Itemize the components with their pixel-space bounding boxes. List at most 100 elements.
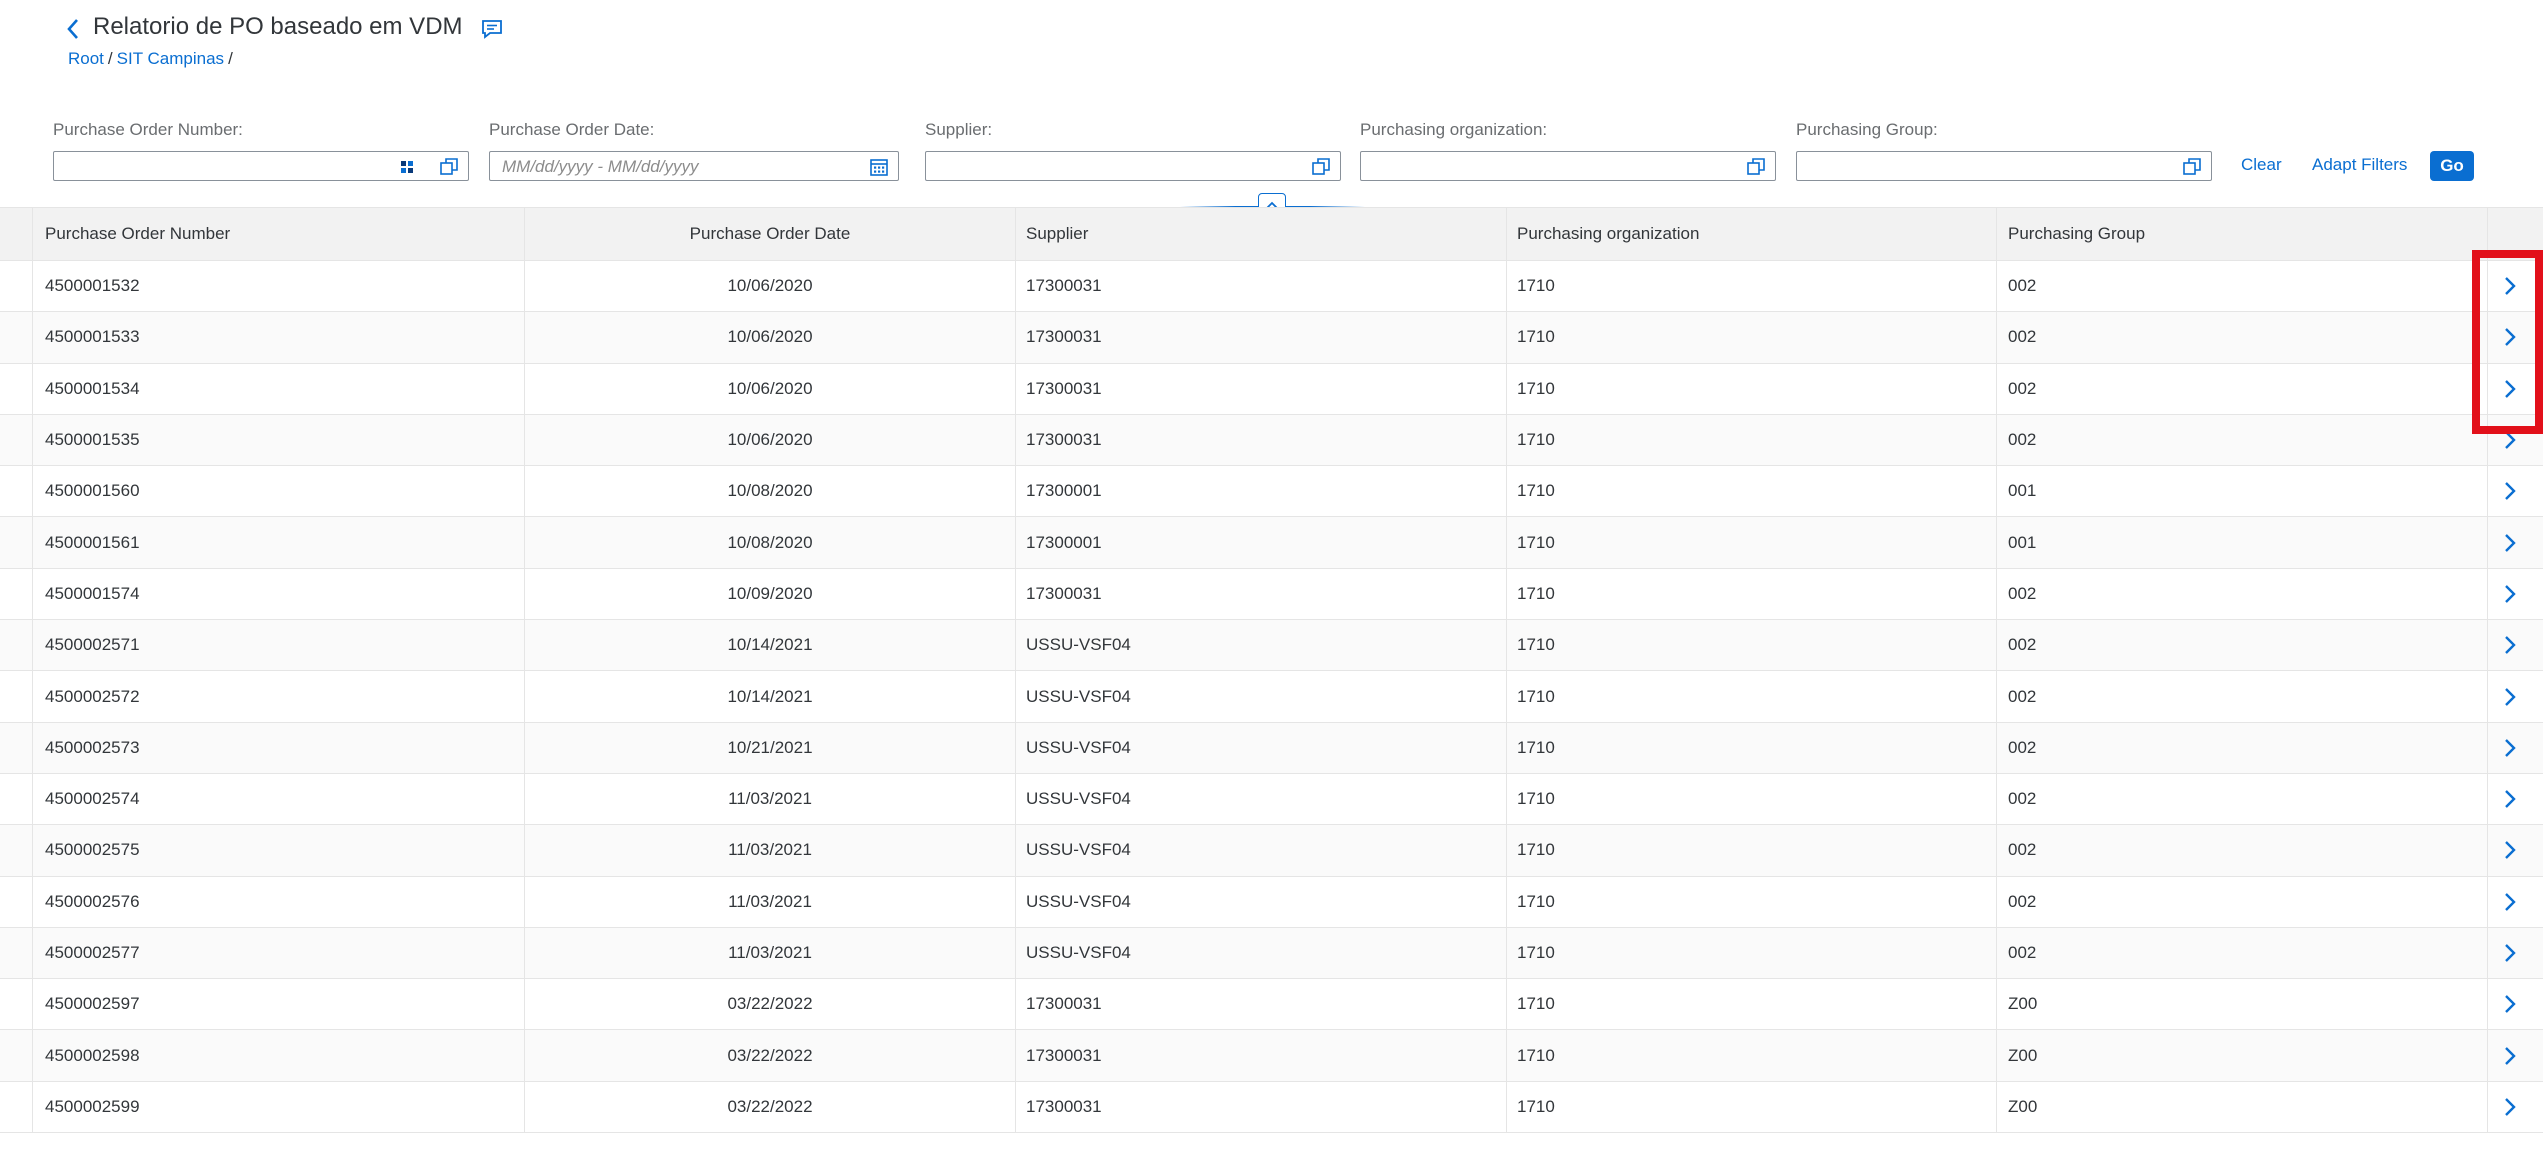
cell-supplier: 17300031 bbox=[1026, 1045, 1102, 1065]
cell-po-date: 10/06/2020 bbox=[727, 327, 813, 347]
chevron-right-icon[interactable] bbox=[2490, 312, 2530, 362]
chevron-right-icon[interactable] bbox=[2490, 979, 2530, 1029]
column-header-po-number[interactable]: Purchase Order Number bbox=[45, 208, 230, 260]
table-row[interactable]: 4500002575 11/03/2021 USSU-VSF04 1710 002 bbox=[0, 825, 2543, 877]
feedback-icon[interactable] bbox=[480, 17, 504, 41]
table-row[interactable]: 4500002576 11/03/2021 USSU-VSF04 1710 002 bbox=[0, 876, 2543, 928]
cell-purchasing-group: 002 bbox=[2008, 430, 2037, 450]
column-header-po-date[interactable]: Purchase Order Date bbox=[525, 208, 1015, 260]
po-number-label: Purchase Order Number: bbox=[53, 120, 243, 139]
chevron-right-icon[interactable] bbox=[2490, 825, 2530, 875]
cell-po-date: 03/22/2022 bbox=[727, 994, 813, 1014]
breadcrumb-root[interactable]: Root bbox=[68, 49, 104, 68]
cell-po-number: 4500002576 bbox=[45, 891, 140, 911]
chevron-right-icon[interactable] bbox=[2490, 671, 2530, 721]
scrollbar[interactable] bbox=[2538, 262, 2543, 322]
value-help-icon[interactable] bbox=[1310, 156, 1332, 178]
cell-purchasing-group: 002 bbox=[2008, 378, 2037, 398]
chevron-right-icon[interactable] bbox=[2490, 466, 2530, 516]
cell-purchasing-group: Z00 bbox=[2008, 994, 2038, 1014]
table-row[interactable]: 4500001535 10/06/2020 17300031 1710 002 bbox=[0, 414, 2543, 467]
cell-supplier: 17300031 bbox=[1026, 994, 1102, 1014]
cell-supplier: USSU-VSF04 bbox=[1026, 891, 1131, 911]
table-row[interactable]: 4500002577 11/03/2021 USSU-VSF04 1710 002 bbox=[0, 927, 2543, 980]
chevron-right-icon[interactable] bbox=[2490, 877, 2530, 927]
cell-po-date: 10/21/2021 bbox=[727, 737, 813, 757]
chevron-right-icon[interactable] bbox=[2490, 1030, 2530, 1080]
cell-po-date: 10/09/2020 bbox=[727, 583, 813, 603]
cell-supplier: USSU-VSF04 bbox=[1026, 789, 1131, 809]
cell-supplier: 17300031 bbox=[1026, 1096, 1102, 1116]
purchasing-org-field[interactable] bbox=[1360, 151, 1776, 181]
table-row[interactable]: 4500002599 03/22/2022 17300031 1710 Z00 bbox=[0, 1081, 2543, 1134]
adapt-filters-button[interactable]: Adapt Filters bbox=[2312, 155, 2407, 175]
chevron-right-icon[interactable] bbox=[2490, 415, 2530, 465]
cell-po-date: 10/08/2020 bbox=[727, 481, 813, 501]
cell-po-date: 10/06/2020 bbox=[727, 276, 813, 296]
po-date-field[interactable]: MM/dd/yyyy - MM/dd/yyyy bbox=[489, 151, 899, 181]
cell-po-number: 4500001561 bbox=[45, 532, 140, 552]
clear-button[interactable]: Clear bbox=[2241, 155, 2282, 175]
column-header-purchasing-group[interactable]: Purchasing Group bbox=[2008, 208, 2145, 260]
cell-purchasing-group: 002 bbox=[2008, 840, 2037, 860]
table-row[interactable]: 4500002574 11/03/2021 USSU-VSF04 1710 002 bbox=[0, 773, 2543, 826]
cell-purchasing-org: 1710 bbox=[1517, 1096, 1555, 1116]
value-help-icon[interactable] bbox=[2181, 156, 2203, 178]
po-number-field[interactable] bbox=[53, 151, 469, 181]
back-icon[interactable] bbox=[62, 16, 84, 42]
table-row[interactable]: 4500001574 10/09/2020 17300031 1710 002 bbox=[0, 568, 2543, 621]
cell-purchasing-group: 002 bbox=[2008, 635, 2037, 655]
cell-purchasing-group: 002 bbox=[2008, 891, 2037, 911]
chevron-right-icon[interactable] bbox=[2490, 620, 2530, 670]
breadcrumb-sit-campinas[interactable]: SIT Campinas bbox=[117, 49, 224, 68]
chevron-right-icon[interactable] bbox=[2490, 723, 2530, 773]
chevron-right-icon[interactable] bbox=[2490, 928, 2530, 978]
page-title: Relatorio de PO baseado em VDM bbox=[93, 13, 463, 40]
cell-po-date: 11/03/2021 bbox=[728, 943, 812, 962]
chevron-right-icon[interactable] bbox=[2490, 569, 2530, 619]
table-row[interactable]: 4500001560 10/08/2020 17300001 1710 001 bbox=[0, 466, 2543, 518]
cell-supplier: USSU-VSF04 bbox=[1026, 635, 1131, 655]
chevron-right-icon[interactable] bbox=[2490, 364, 2530, 414]
cell-supplier: 17300031 bbox=[1026, 583, 1102, 603]
cell-supplier: 17300031 bbox=[1026, 378, 1102, 398]
chevron-right-icon[interactable] bbox=[2490, 1082, 2530, 1132]
cell-purchasing-org: 1710 bbox=[1517, 635, 1555, 655]
cell-po-number: 4500001535 bbox=[45, 430, 140, 450]
column-header-supplier[interactable]: Supplier bbox=[1026, 208, 1088, 260]
table-row[interactable]: 4500002571 10/14/2021 USSU-VSF04 1710 002 bbox=[0, 620, 2543, 672]
table-row[interactable]: 4500001561 10/08/2020 17300001 1710 001 bbox=[0, 517, 2543, 569]
value-help-icon[interactable] bbox=[1745, 156, 1767, 178]
table-row[interactable]: 4500002572 10/14/2021 USSU-VSF04 1710 002 bbox=[0, 671, 2543, 723]
cell-supplier: 17300031 bbox=[1026, 327, 1102, 347]
chevron-right-icon[interactable] bbox=[2490, 261, 2530, 311]
go-button[interactable]: Go bbox=[2430, 151, 2474, 181]
breadcrumb-separator: / bbox=[228, 49, 233, 68]
table-row[interactable]: 4500002598 03/22/2022 17300031 1710 Z00 bbox=[0, 1030, 2543, 1082]
cell-po-number: 4500001560 bbox=[45, 481, 140, 501]
chevron-right-icon[interactable] bbox=[2490, 774, 2530, 824]
table-row[interactable]: 4500001534 10/06/2020 17300031 1710 002 bbox=[0, 363, 2543, 415]
cell-purchasing-org: 1710 bbox=[1517, 532, 1555, 552]
cell-supplier: 17300031 bbox=[1026, 430, 1102, 450]
cell-purchasing-org: 1710 bbox=[1517, 327, 1555, 347]
purchasing-group-field[interactable] bbox=[1796, 151, 2212, 181]
cell-purchasing-org: 1710 bbox=[1517, 840, 1555, 860]
cell-purchasing-group: 002 bbox=[2008, 737, 2037, 757]
cell-po-number: 4500001532 bbox=[45, 276, 140, 296]
value-help-icon[interactable] bbox=[438, 156, 460, 178]
table-row[interactable]: 4500001533 10/06/2020 17300031 1710 002 bbox=[0, 312, 2543, 364]
chevron-right-icon[interactable] bbox=[2490, 517, 2530, 567]
table-row[interactable]: 4500002573 10/21/2021 USSU-VSF04 1710 002 bbox=[0, 722, 2543, 774]
table-row[interactable]: 4500002597 03/22/2022 17300031 1710 Z00 bbox=[0, 979, 2543, 1031]
table-body: 4500001532 10/06/2020 17300031 1710 002 45000… bbox=[0, 261, 2543, 1134]
multi-input-icon[interactable] bbox=[398, 158, 416, 176]
supplier-field[interactable] bbox=[925, 151, 1341, 181]
calendar-icon[interactable] bbox=[868, 156, 890, 178]
cell-po-number: 4500002599 bbox=[45, 1096, 140, 1116]
table-row[interactable]: 4500001532 10/06/2020 17300031 1710 002 bbox=[0, 261, 2543, 313]
column-header-purchasing-org[interactable]: Purchasing organization bbox=[1517, 208, 1699, 260]
cell-po-number: 4500001534 bbox=[45, 378, 140, 398]
cell-po-number: 4500001533 bbox=[45, 327, 140, 347]
cell-po-number: 4500002572 bbox=[45, 686, 140, 706]
